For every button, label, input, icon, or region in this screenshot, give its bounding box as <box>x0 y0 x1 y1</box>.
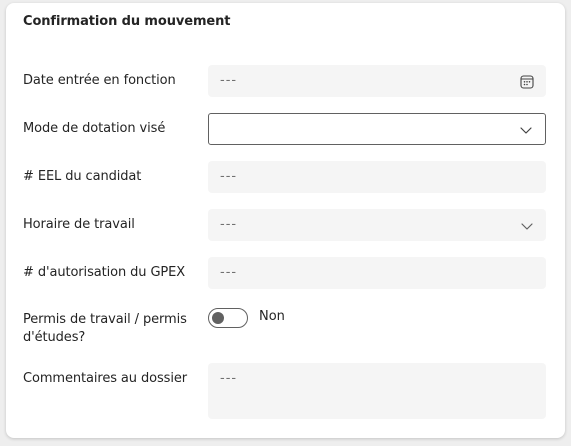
row-date-entree: Date entrée en fonction --- <box>23 65 552 101</box>
eel-field[interactable]: --- <box>208 161 546 193</box>
horaire-value: --- <box>220 217 238 232</box>
row-commentaires: Commentaires au dossier --- <box>23 363 552 423</box>
horaire-label: Horaire de travail <box>23 217 135 232</box>
calendar-icon[interactable] <box>520 74 534 89</box>
movement-confirmation-card: Confirmation du mouvement Date entrée en… <box>6 3 565 438</box>
date-entree-label: Date entrée en fonction <box>23 73 176 88</box>
mode-dotation-dropdown[interactable] <box>208 113 546 145</box>
commentaires-value: --- <box>220 371 238 386</box>
date-entree-value: --- <box>220 73 238 88</box>
mode-dotation-label: Mode de dotation visé <box>23 121 166 136</box>
row-permis: Permis de travail / permis d'études? Non <box>23 308 552 348</box>
row-mode-dotation: Mode de dotation visé <box>23 113 552 149</box>
chevron-down-icon[interactable] <box>520 218 534 232</box>
gpex-value: --- <box>220 265 238 280</box>
permis-label: Permis de travail / permis d'études? <box>23 312 187 345</box>
row-eel: # EEL du candidat --- <box>23 161 552 197</box>
eel-value: --- <box>220 169 238 184</box>
date-entree-field[interactable]: --- <box>208 65 546 97</box>
eel-label: # EEL du candidat <box>23 169 142 184</box>
row-gpex: # d'autorisation du GPEX --- <box>23 257 552 293</box>
chevron-down-icon[interactable] <box>519 122 533 136</box>
row-horaire: Horaire de travail --- <box>23 209 552 245</box>
toggle-knob <box>212 312 224 324</box>
gpex-field[interactable]: --- <box>208 257 546 289</box>
commentaires-label: Commentaires au dossier <box>23 371 187 386</box>
commentaires-textarea[interactable]: --- <box>208 363 546 419</box>
gpex-label: # d'autorisation du GPEX <box>23 265 186 280</box>
section-title: Confirmation du mouvement <box>23 14 231 29</box>
permis-toggle-label: Non <box>259 309 285 324</box>
horaire-dropdown[interactable]: --- <box>208 209 546 241</box>
permis-toggle[interactable] <box>208 308 248 328</box>
